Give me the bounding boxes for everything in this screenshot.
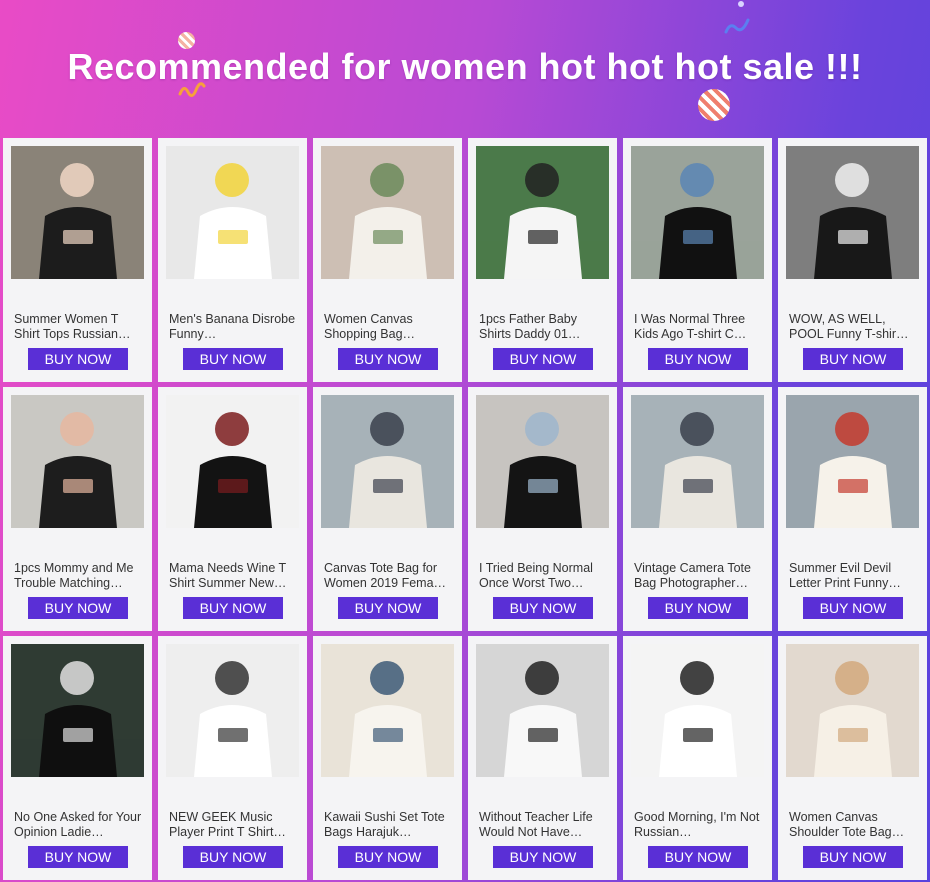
decorative-ball-icon <box>698 89 730 121</box>
product-card[interactable]: Kawaii Sushi Set Tote Bags Harajuk… BUY … <box>313 636 462 880</box>
product-name[interactable]: WOW, AS WELL, POOL Funny T-shir… <box>789 312 917 342</box>
product-photo-icon <box>631 146 764 279</box>
page-title: Recommended for women hot hot hot sale !… <box>67 46 863 87</box>
product-card[interactable]: Without Teacher Life Would Not Have… BUY… <box>468 636 617 880</box>
product-image[interactable] <box>11 146 144 279</box>
buy-now-button[interactable]: BUY NOW <box>493 597 593 619</box>
buy-now-button[interactable]: BUY NOW <box>648 846 748 868</box>
product-image[interactable] <box>476 395 609 528</box>
product-photo-icon <box>321 644 454 777</box>
product-name[interactable]: I Tried Being Normal Once Worst Two… <box>479 561 607 591</box>
product-card[interactable]: Summer Evil Devil Letter Print Funny… BU… <box>778 387 927 631</box>
buy-now-button[interactable]: BUY NOW <box>183 348 283 370</box>
product-photo-icon <box>631 644 764 777</box>
product-card[interactable]: WOW, AS WELL, POOL Funny T-shir… BUY NOW <box>778 138 927 382</box>
product-name[interactable]: Good Morning, I'm Not Russian… <box>634 810 762 840</box>
product-image[interactable] <box>166 146 299 279</box>
recommendation-banner: Recommended for women hot hot hot sale !… <box>0 0 930 882</box>
product-image[interactable] <box>631 146 764 279</box>
product-name[interactable]: I Was Normal Three Kids Ago T-shirt C… <box>634 312 762 342</box>
buy-now-button[interactable]: BUY NOW <box>28 348 128 370</box>
product-image[interactable] <box>11 644 144 777</box>
buy-now-button[interactable]: BUY NOW <box>28 846 128 868</box>
product-image[interactable] <box>631 395 764 528</box>
product-photo-icon <box>476 395 609 528</box>
product-image[interactable] <box>321 146 454 279</box>
product-card[interactable]: Women Canvas Shoulder Tote Bag… BUY NOW <box>778 636 927 880</box>
buy-now-button[interactable]: BUY NOW <box>803 597 903 619</box>
product-card[interactable]: No One Asked for Your Opinion Ladie… BUY… <box>3 636 152 880</box>
product-card[interactable]: NEW GEEK Music Player Print T Shirt… BUY… <box>158 636 307 880</box>
product-image[interactable] <box>166 395 299 528</box>
buy-now-button[interactable]: BUY NOW <box>648 348 748 370</box>
product-name[interactable]: 1pcs Father Baby Shirts Daddy 01… <box>479 312 607 342</box>
product-photo-icon <box>476 644 609 777</box>
buy-now-button[interactable]: BUY NOW <box>183 597 283 619</box>
product-photo-icon <box>786 644 919 777</box>
product-card[interactable]: I Tried Being Normal Once Worst Two… BUY… <box>468 387 617 631</box>
product-card[interactable]: Good Morning, I'm Not Russian… BUY NOW <box>623 636 772 880</box>
confetti-squiggle-icon <box>724 18 750 34</box>
buy-now-button[interactable]: BUY NOW <box>28 597 128 619</box>
product-photo-icon <box>166 395 299 528</box>
product-image[interactable] <box>476 146 609 279</box>
product-photo-icon <box>476 146 609 279</box>
product-image[interactable] <box>786 395 919 528</box>
product-name[interactable]: 1pcs Mommy and Me Trouble Matching… <box>14 561 142 591</box>
buy-now-button[interactable]: BUY NOW <box>803 846 903 868</box>
product-image[interactable] <box>476 644 609 777</box>
product-card[interactable]: Vintage Camera Tote Bag Photographer… BU… <box>623 387 772 631</box>
product-photo-icon <box>11 395 144 528</box>
product-name[interactable]: Women Canvas Shopping Bag… <box>324 312 452 342</box>
product-image[interactable] <box>321 644 454 777</box>
product-card[interactable]: I Was Normal Three Kids Ago T-shirt C… B… <box>623 138 772 382</box>
product-photo-icon <box>321 146 454 279</box>
product-name[interactable]: No One Asked for Your Opinion Ladie… <box>14 810 142 840</box>
buy-now-button[interactable]: BUY NOW <box>338 846 438 868</box>
product-photo-icon <box>11 146 144 279</box>
product-grid: Summer Women T Shirt Tops Russian… BUY N… <box>3 138 927 882</box>
product-name[interactable]: Kawaii Sushi Set Tote Bags Harajuk… <box>324 810 452 840</box>
product-name[interactable]: Summer Evil Devil Letter Print Funny… <box>789 561 917 591</box>
product-name[interactable]: Summer Women T Shirt Tops Russian… <box>14 312 142 342</box>
buy-now-button[interactable]: BUY NOW <box>183 846 283 868</box>
buy-now-button[interactable]: BUY NOW <box>493 846 593 868</box>
product-image[interactable] <box>11 395 144 528</box>
product-photo-icon <box>631 395 764 528</box>
product-photo-icon <box>786 146 919 279</box>
product-card[interactable]: Men's Banana Disrobe Funny… BUY NOW <box>158 138 307 382</box>
product-photo-icon <box>166 644 299 777</box>
product-image[interactable] <box>631 644 764 777</box>
product-name[interactable]: Canvas Tote Bag for Women 2019 Fema… <box>324 561 452 591</box>
product-photo-icon <box>11 644 144 777</box>
product-name[interactable]: Mama Needs Wine T Shirt Summer New… <box>169 561 297 591</box>
buy-now-button[interactable]: BUY NOW <box>338 597 438 619</box>
product-card[interactable]: Mama Needs Wine T Shirt Summer New… BUY … <box>158 387 307 631</box>
product-name[interactable]: Without Teacher Life Would Not Have… <box>479 810 607 840</box>
product-card[interactable]: 1pcs Mommy and Me Trouble Matching… BUY … <box>3 387 152 631</box>
product-photo-icon <box>321 395 454 528</box>
product-image[interactable] <box>786 146 919 279</box>
product-image[interactable] <box>786 644 919 777</box>
product-card[interactable]: Summer Women T Shirt Tops Russian… BUY N… <box>3 138 152 382</box>
buy-now-button[interactable]: BUY NOW <box>493 348 593 370</box>
product-image[interactable] <box>166 644 299 777</box>
product-photo-icon <box>166 146 299 279</box>
confetti-dot-icon <box>738 1 744 7</box>
banner-header: Recommended for women hot hot hot sale !… <box>0 0 930 137</box>
product-card[interactable]: Women Canvas Shopping Bag… BUY NOW <box>313 138 462 382</box>
product-name[interactable]: Vintage Camera Tote Bag Photographer… <box>634 561 762 591</box>
buy-now-button[interactable]: BUY NOW <box>338 348 438 370</box>
product-name[interactable]: NEW GEEK Music Player Print T Shirt… <box>169 810 297 840</box>
product-photo-icon <box>786 395 919 528</box>
product-card[interactable]: Canvas Tote Bag for Women 2019 Fema… BUY… <box>313 387 462 631</box>
buy-now-button[interactable]: BUY NOW <box>803 348 903 370</box>
product-image[interactable] <box>321 395 454 528</box>
product-card[interactable]: 1pcs Father Baby Shirts Daddy 01… BUY NO… <box>468 138 617 382</box>
product-name[interactable]: Men's Banana Disrobe Funny… <box>169 312 297 342</box>
buy-now-button[interactable]: BUY NOW <box>648 597 748 619</box>
product-name[interactable]: Women Canvas Shoulder Tote Bag… <box>789 810 917 840</box>
